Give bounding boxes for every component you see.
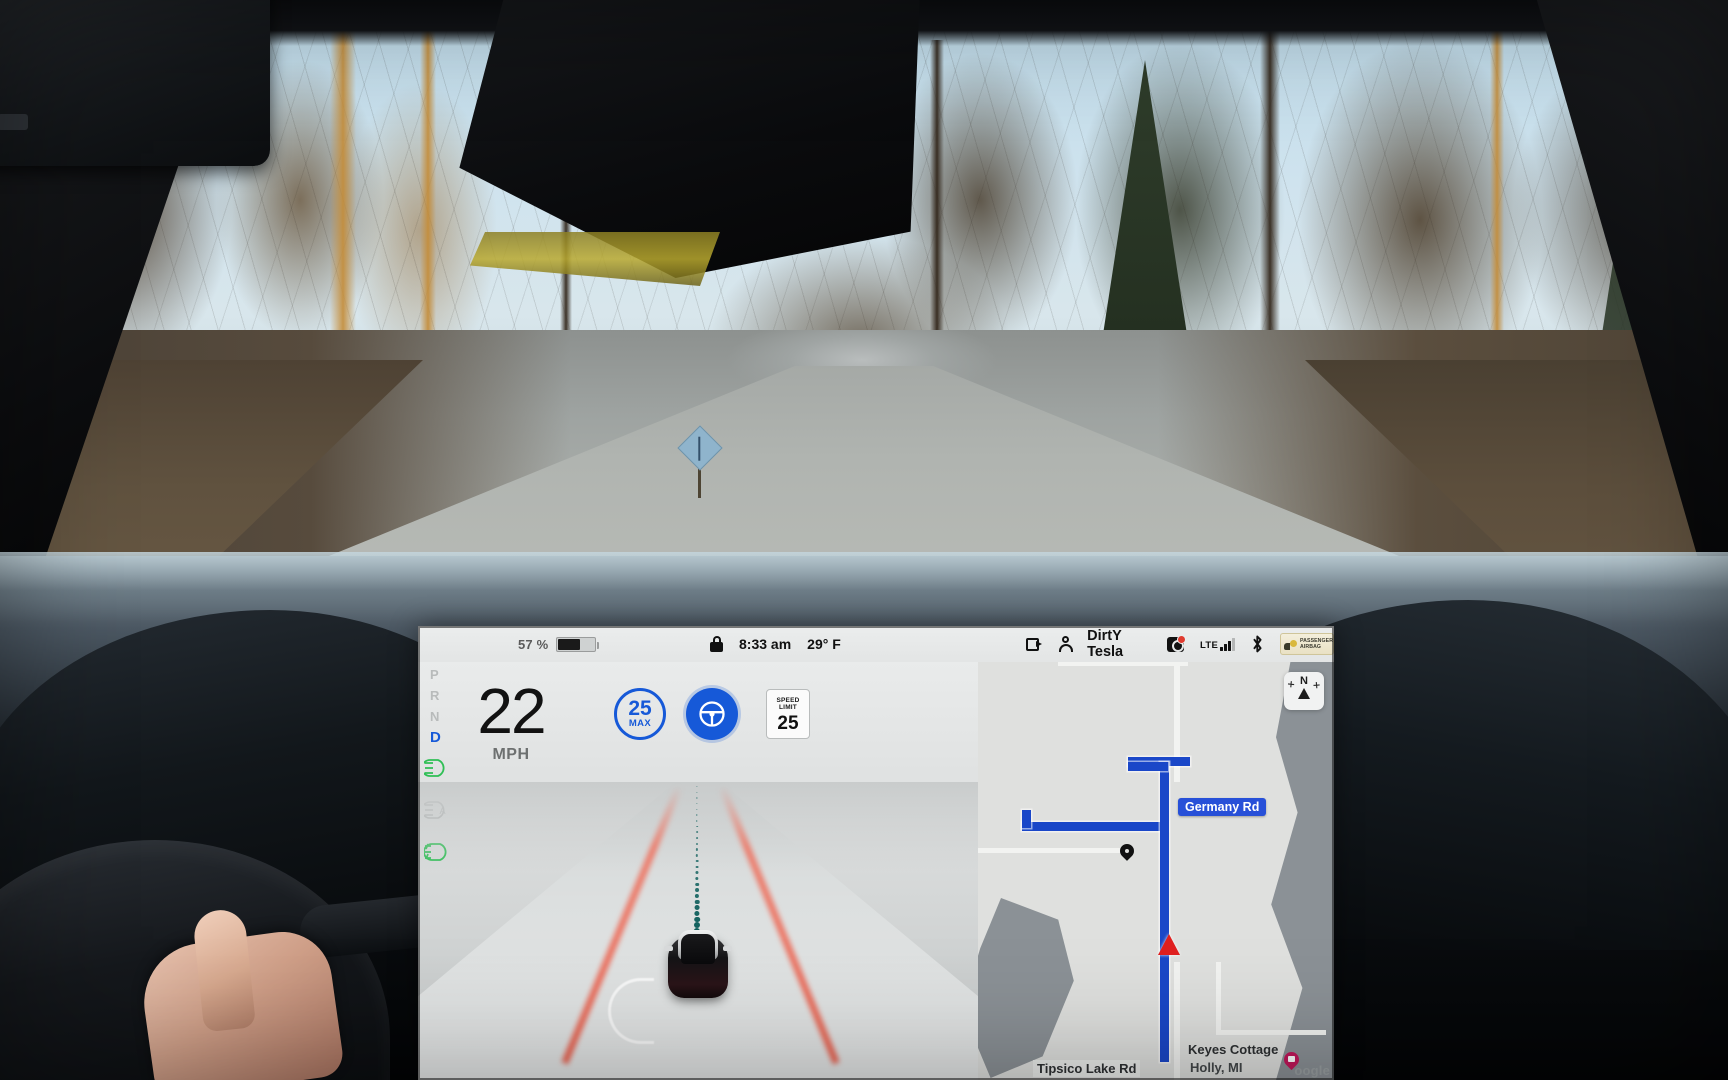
map-label-city: Holly, MI	[1190, 1060, 1243, 1075]
speed-limit-title-1: SPEED	[776, 697, 800, 704]
airbag-icon	[1283, 638, 1297, 651]
signal-bars-icon	[1220, 637, 1235, 651]
autopilot-max-speed-badge[interactable]: 25 MAX	[614, 688, 666, 740]
speed-limit-value: 25	[777, 713, 799, 734]
navigation-path-dots	[689, 786, 705, 935]
destination-pin-icon	[1117, 841, 1137, 863]
outside-temperature-label: 29° F	[807, 636, 841, 652]
route-segment-vertical	[1160, 762, 1169, 1062]
compass-north-icon[interactable]: N ✕ ✕	[1284, 672, 1324, 710]
battery-icon	[556, 636, 600, 652]
autopilot-road-visualization	[418, 782, 978, 1080]
map-watermark: oogle	[1294, 1063, 1330, 1078]
route-segment-horizontal	[1022, 822, 1168, 831]
speed-limit-title-2: LIMIT	[779, 704, 797, 711]
bluetooth-icon[interactable]	[1251, 635, 1264, 653]
sentry-mode-icon[interactable]	[1166, 634, 1187, 652]
clock-label: 8:33 am	[739, 636, 792, 652]
sun-visor-left[interactable]	[0, 0, 270, 166]
tesla-dashcam-screenshot: 57 % 8:33 am 29° F DirtY Tesla LTE PASSE…	[0, 0, 1728, 1080]
map-minor-road	[1216, 962, 1221, 1032]
map-minor-road	[1174, 962, 1180, 1080]
ego-vehicle-render	[664, 928, 732, 1002]
passenger-airbag-indicator: PASSENGER AIRBAG	[1279, 633, 1334, 655]
map-minor-road	[978, 848, 1128, 853]
dashcam-icon[interactable]	[1026, 637, 1043, 651]
compass-north-label: N	[1300, 675, 1308, 687]
navigation-map[interactable]: Germany Rd Tipsico Lake Rd Keyes Cottage…	[978, 662, 1334, 1080]
map-minor-road	[1058, 662, 1188, 666]
map-label-tipsico: Tipsico Lake Rd	[1033, 1060, 1141, 1077]
max-speed-value: 25	[628, 697, 652, 720]
driving-visualization-column: P R N D A	[418, 662, 978, 1080]
status-bar-right-group: DirtY Tesla LTE PASSENGER AIRBAG	[1026, 628, 1334, 660]
profile-name-label[interactable]: DirtY Tesla	[1087, 628, 1151, 660]
cellular-signal-indicator: LTE	[1200, 637, 1235, 651]
autopilot-engaged-icon[interactable]	[686, 688, 738, 740]
map-street-label-germany: Germany Rd	[1178, 798, 1267, 816]
vehicle-position-marker	[1158, 934, 1180, 955]
map-minor-road	[1216, 1030, 1326, 1035]
route-segment-stub	[1022, 810, 1031, 828]
max-speed-label: MAX	[628, 718, 652, 729]
status-bar-battery-group[interactable]: 57 %	[518, 636, 600, 652]
status-bar: 57 % 8:33 am 29° F DirtY Tesla LTE PASSE…	[418, 626, 1334, 662]
speed-unit-label: MPH	[492, 746, 530, 763]
visor-clip	[0, 114, 28, 130]
person-icon[interactable]	[1058, 636, 1073, 652]
airbag-label-line2: AIRBAG	[1299, 644, 1322, 650]
speed-readout-row: 22 MPH 25 MAX SPEED LIMIT 25	[418, 676, 978, 774]
speed-limit-sign: SPEED LIMIT 25	[766, 689, 810, 739]
tesla-touchscreen[interactable]: 57 % 8:33 am 29° F DirtY Tesla LTE PASSE…	[418, 626, 1334, 1080]
route-segment-corner	[1128, 762, 1168, 771]
lte-label: LTE	[1199, 640, 1219, 651]
map-label-keyes: Keyes Cottage	[1188, 1042, 1279, 1057]
lock-icon[interactable]	[710, 636, 723, 652]
current-speed-value: 22	[477, 675, 546, 747]
status-bar-center-group: 8:33 am 29° F	[710, 636, 841, 652]
battery-percent-label: 57 %	[518, 636, 549, 652]
